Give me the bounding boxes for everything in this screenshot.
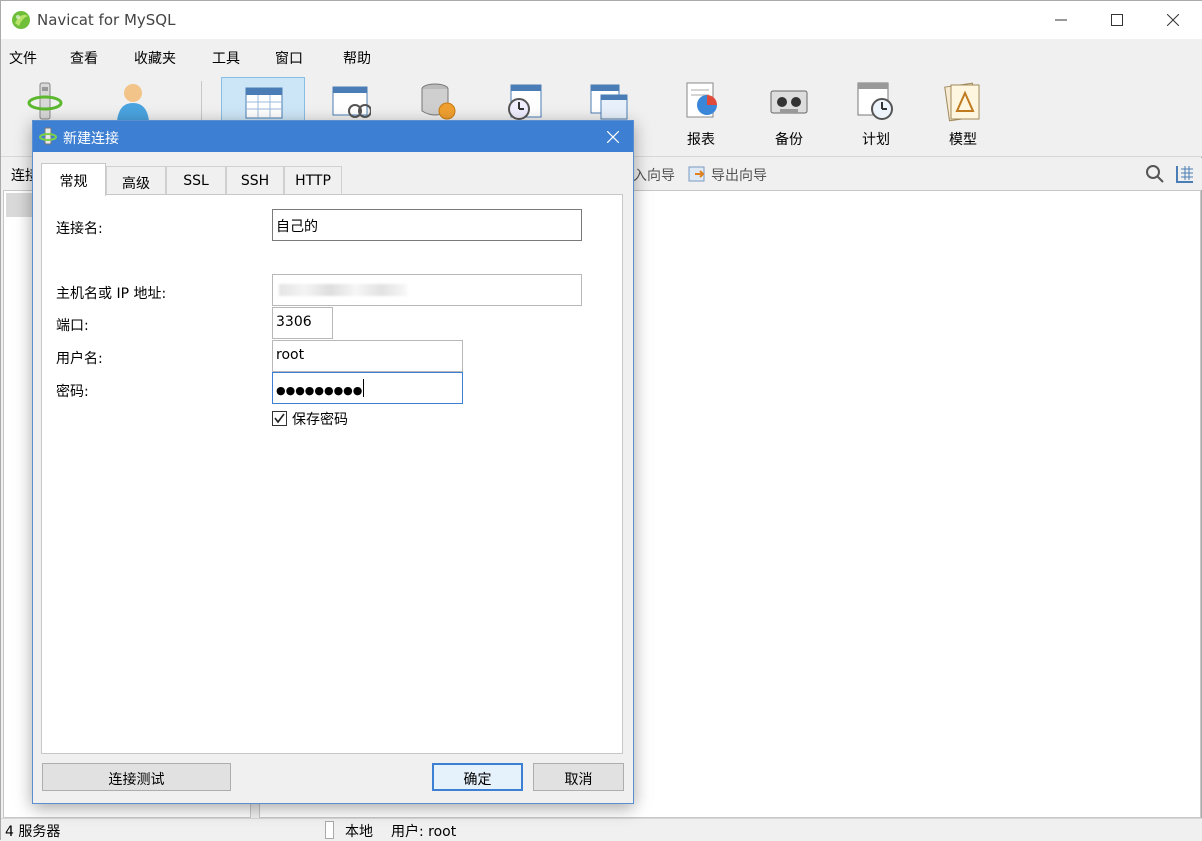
redacted-host-value — [279, 284, 407, 296]
menu-tools[interactable]: 工具 — [212, 48, 240, 68]
dialog-close-button[interactable] — [593, 121, 633, 152]
search-icon[interactable] — [1145, 164, 1165, 184]
menu-help[interactable]: 帮助 — [343, 48, 371, 68]
tab-advanced[interactable]: 高级 — [106, 166, 166, 195]
close-icon — [1167, 14, 1179, 26]
host-input[interactable] — [272, 274, 582, 306]
navicat-logo-icon — [12, 11, 30, 29]
save-password-checkbox[interactable] — [272, 411, 287, 426]
connection-icon — [39, 127, 57, 145]
connection-name-input[interactable]: 自己的 — [272, 209, 582, 241]
event-icon — [508, 84, 542, 120]
status-bar: 4 服务器 本地 用户: root — [1, 818, 1202, 841]
title-bar: Navicat for MySQL — [1, 1, 1202, 39]
view-icon — [332, 86, 371, 118]
port-input[interactable]: 3306 — [272, 307, 333, 339]
report-icon — [686, 82, 717, 118]
general-tab-page: 连接名: 自己的 主机名或 IP 地址: 端口: 3306 用户名: root … — [41, 194, 623, 754]
minimize-icon — [1055, 19, 1067, 21]
tab-ssh[interactable]: SSH — [226, 166, 284, 195]
status-divider — [325, 821, 334, 839]
password-mask: ●●●●●●●●● — [276, 384, 363, 397]
function-icon — [421, 83, 456, 120]
export-wizard-link[interactable]: 导出向导 — [711, 165, 767, 185]
tab-http[interactable]: HTTP — [284, 166, 342, 195]
connection-tree-selection[interactable] — [6, 193, 34, 217]
close-window-button[interactable] — [1145, 1, 1201, 39]
dialog-title: 新建连接 — [63, 131, 119, 147]
test-connection-button[interactable]: 连接测试 — [42, 763, 231, 791]
model-icon — [944, 82, 980, 122]
text-caret — [363, 379, 365, 397]
ok-button[interactable]: 确定 — [432, 763, 523, 791]
username-input[interactable]: root — [272, 340, 463, 372]
port-label: 端口: — [56, 318, 89, 334]
toolbar-schedule-label: 计划 — [862, 132, 890, 148]
menu-bar: 文件 查看 收藏夹 工具 窗口 帮助 — [1, 39, 1202, 75]
cancel-button[interactable]: 取消 — [533, 763, 624, 791]
table-icon — [245, 87, 283, 119]
import-wizard-link[interactable]: 入向导 — [633, 165, 675, 185]
host-label: 主机名或 IP 地址: — [56, 286, 167, 302]
schedule-icon — [857, 82, 893, 120]
save-password-label[interactable]: 保存密码 — [292, 409, 348, 429]
username-label: 用户名: — [56, 351, 103, 367]
close-icon — [607, 130, 619, 143]
toolbar-schedule[interactable]: 计划 — [834, 77, 918, 153]
toolbar-model[interactable]: 模型 — [921, 77, 1005, 153]
connection-icon — [27, 82, 63, 120]
maximize-button[interactable] — [1089, 1, 1145, 39]
tab-ssl[interactable]: SSL — [166, 166, 226, 195]
window-title: Navicat for MySQL — [37, 11, 176, 29]
export-wizard-icon — [688, 166, 705, 182]
dialog-title-bar: 新建连接 — [33, 121, 633, 152]
grid-view-icon[interactable] — [1175, 164, 1195, 184]
tab-general[interactable]: 常规 — [41, 163, 106, 196]
user-icon — [117, 84, 149, 121]
password-label: 密码: — [56, 384, 89, 400]
backup-icon — [770, 90, 808, 114]
connection-name-label: 连接名: — [56, 221, 103, 237]
status-user: 用户: root — [391, 824, 457, 840]
toolbar-report-label: 报表 — [687, 132, 715, 148]
toolbar-backup[interactable]: 备份 — [747, 77, 831, 153]
toolbar-backup-label: 备份 — [775, 132, 803, 148]
status-location: 本地 — [345, 824, 373, 840]
menu-file[interactable]: 文件 — [9, 48, 37, 68]
new-connection-dialog: 新建连接 常规 高级 SSL SSH HTTP 连接名: 自己的 主机名或 IP… — [32, 120, 634, 804]
menu-view[interactable]: 查看 — [70, 48, 98, 68]
minimize-button[interactable] — [1033, 1, 1089, 39]
menu-favorites[interactable]: 收藏夹 — [134, 48, 176, 68]
navicat-window: Navicat for MySQL 文件 查看 收藏夹 工具 窗口 帮助 报表 … — [0, 0, 1202, 841]
checkmark-icon — [274, 413, 285, 424]
password-input[interactable]: ●●●●●●●●● — [272, 372, 463, 404]
query-icon — [590, 84, 628, 120]
toolbar-report[interactable]: 报表 — [659, 77, 743, 153]
toolbar-model-label: 模型 — [949, 132, 977, 148]
maximize-icon — [1111, 14, 1123, 26]
server-count: 4 服务器 — [5, 824, 61, 840]
menu-window[interactable]: 窗口 — [275, 48, 303, 68]
